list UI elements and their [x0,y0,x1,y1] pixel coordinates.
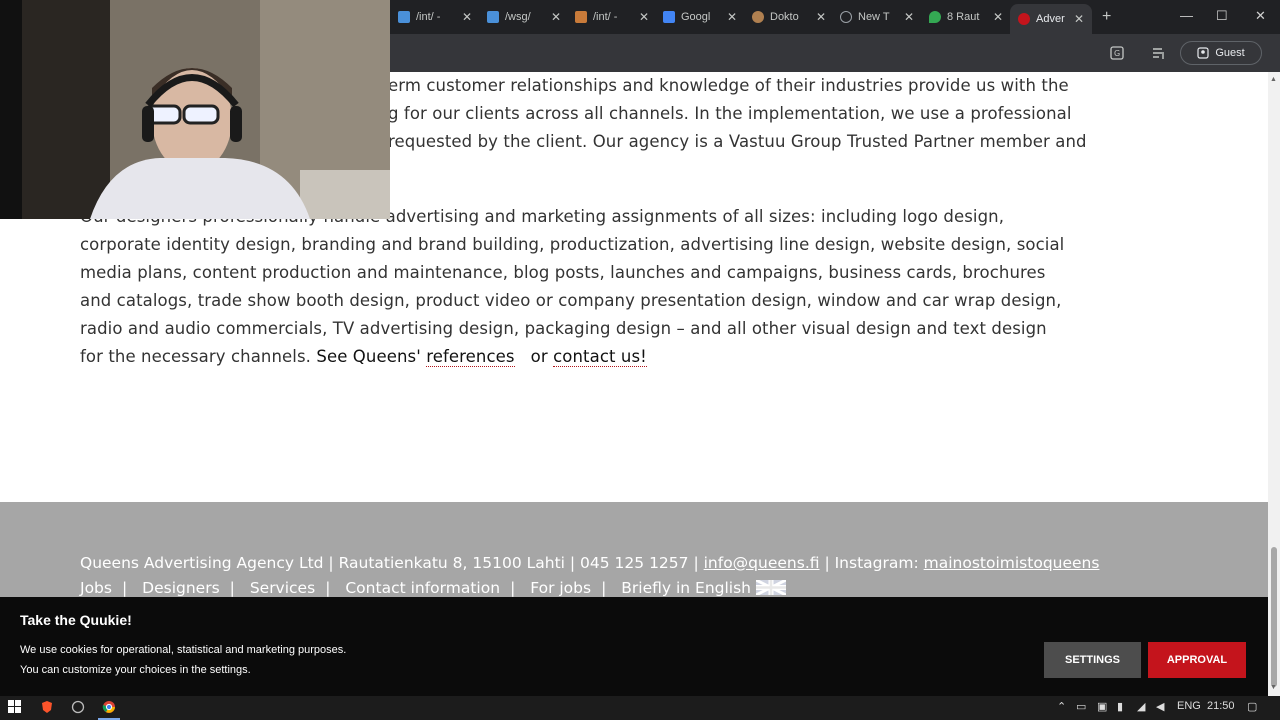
footer-email-link[interactable]: info@queens.fi [704,554,820,572]
footer-instagram-label: | Instagram: [824,554,919,572]
profile-button[interactable]: Guest [1180,41,1262,65]
tab-favicon [752,11,764,23]
cookie-approval-button[interactable]: APPROVAL [1148,642,1246,678]
cookie-banner: Take the Quukie! We use cookies for oper… [0,597,1268,696]
browser-tab[interactable]: New T ✕ [840,6,914,28]
media-control-icon[interactable] [1152,46,1166,63]
network-icon[interactable]: ◢ [1137,700,1145,713]
cookie-settings-button[interactable]: SETTINGS [1044,642,1141,678]
profile-icon [1197,47,1209,59]
tray-icon[interactable]: ▭ [1076,700,1086,713]
footer-link-jobs[interactable]: Jobs [80,579,112,597]
footer-link-english[interactable]: Briefly in English [621,579,751,597]
services-paragraph: Our designers professionally handle adve… [80,203,1070,371]
maximize-icon[interactable]: ☐ [1216,8,1228,24]
close-tab-icon[interactable]: ✕ [1074,12,1084,26]
microphone-icon[interactable]: ▮ [1117,700,1123,713]
map-pin-icon [929,11,941,23]
intro-paragraph: erm customer relationships and knowledge… [388,72,1088,156]
references-link[interactable]: references [426,347,515,367]
tab-favicon [663,11,675,23]
windows-taskbar: ⌃ ▭ ▣ ▮ ◢ ◀ ENG 21:50 ▢ [0,696,1280,720]
browser-tab-active[interactable]: Adver ✕ [1010,4,1093,34]
chrome-icon[interactable] [102,700,116,714]
tab-title: New T [858,11,890,23]
scrollbar-thumb[interactable] [1271,547,1277,687]
webcam-picture [0,0,390,219]
cookie-text: We use cookies for operational, statisti… [20,644,347,656]
browser-tab[interactable]: /int/ - ✕ [575,6,649,28]
close-tab-icon[interactable]: ✕ [551,10,561,24]
browser-tab[interactable]: Dokto ✕ [752,6,826,28]
tab-title: /int/ - [416,11,441,23]
tab-title: Dokto [770,11,799,23]
close-tab-icon[interactable]: ✕ [639,10,649,24]
footer-link-designers[interactable]: Designers [142,579,220,597]
contact-us-link[interactable]: contact us! [553,347,647,367]
see-queens-text: See Queens' [316,347,421,366]
notification-icon[interactable]: ▢ [1247,700,1257,713]
services-text: Our designers professionally handle adve… [80,207,1065,366]
intro-line: erm customer relationships and knowledge… [388,76,1069,95]
or-text: or [530,347,548,366]
clock[interactable]: 21:50 [1207,700,1235,712]
footer-link-for-jobs[interactable]: For jobs [530,579,591,597]
plus-icon[interactable]: + [1102,8,1111,26]
scroll-up-icon[interactable]: ▲ [1270,76,1277,83]
brave-browser-icon[interactable] [40,700,54,714]
chevron-up-icon[interactable]: ⌃ [1057,700,1066,713]
browser-tab[interactable]: /int/ - ✕ [398,6,472,28]
tab-title: /wsg/ [505,11,531,23]
svg-text:G: G [1114,49,1120,58]
uk-flag-icon [755,580,786,595]
tab-title: 8 Raut [947,11,980,23]
browser-tab[interactable]: 8 Raut ✕ [929,6,1003,28]
intro-line: g for our clients across all channels. I… [388,104,1072,123]
cookie-text: You can customize your choices in the se… [20,664,251,676]
tab-title: Adver [1036,13,1065,25]
webcam-overlay [0,0,390,219]
tray-icon[interactable]: ▣ [1097,700,1107,713]
footer-link-contact[interactable]: Contact information [345,579,500,597]
tab-favicon [398,11,410,23]
translate-icon[interactable]: G [1110,46,1124,63]
footer-contact-line: Queens Advertising Agency Ltd | Rautatie… [80,554,1099,572]
close-tab-icon[interactable]: ✕ [993,10,1003,24]
browser-tab[interactable]: Googl ✕ [663,6,737,28]
close-tab-icon[interactable]: ✕ [816,10,826,24]
close-tab-icon[interactable]: ✕ [727,10,737,24]
volume-icon[interactable]: ◀ [1156,700,1164,713]
footer-nav: Jobs | Designers | Services | Contact infor… [80,579,786,597]
footer-company-info: Queens Advertising Agency Ltd | Rautatie… [80,554,699,572]
close-tab-icon[interactable]: ✕ [904,10,914,24]
intro-line: requested by the client. Our agency is a… [388,132,1087,151]
browser-tab[interactable]: /wsg/ ✕ [487,6,561,28]
page-scrollbar[interactable]: ▲ ▼ [1268,72,1280,696]
app-icon[interactable] [71,700,85,714]
tab-title: /int/ - [593,11,618,23]
close-window-icon[interactable]: ✕ [1255,8,1266,24]
tab-favicon [1018,13,1030,25]
footer-instagram-link[interactable]: mainostoimistoqueens [924,554,1100,572]
footer-link-services[interactable]: Services [250,579,315,597]
windows-start-icon[interactable] [8,700,22,714]
globe-icon [840,11,852,23]
cookie-title: Take the Quukie! [20,612,132,628]
profile-label: Guest [1215,47,1245,59]
tab-title: Googl [681,11,711,23]
language-indicator[interactable]: ENG [1177,700,1201,712]
close-tab-icon[interactable]: ✕ [462,10,472,24]
tab-favicon [487,11,499,23]
minimize-icon[interactable]: — [1180,8,1193,23]
scroll-down-icon[interactable]: ▼ [1270,684,1277,691]
tab-favicon [575,11,587,23]
